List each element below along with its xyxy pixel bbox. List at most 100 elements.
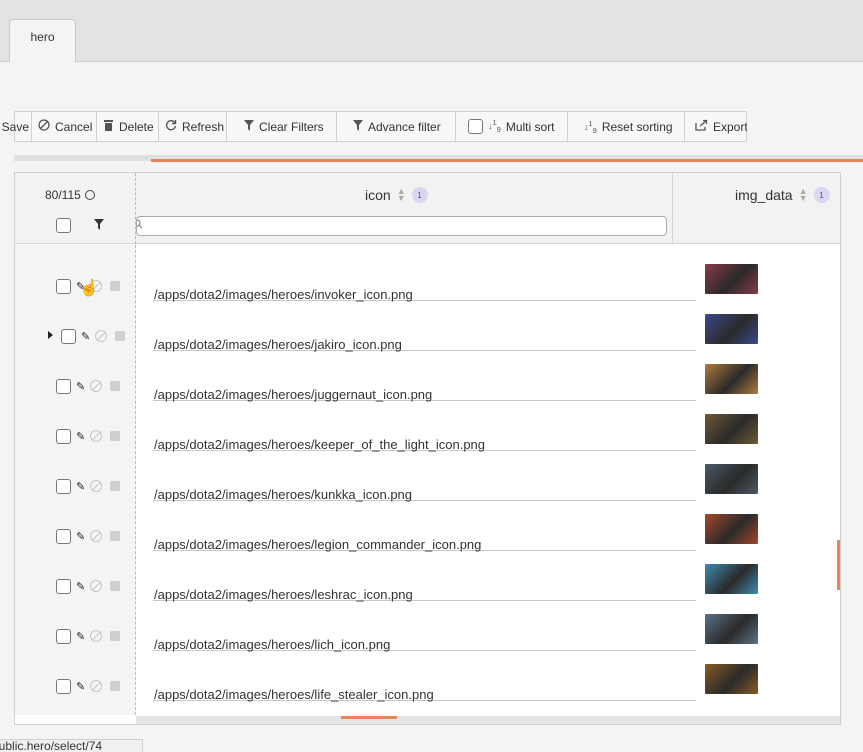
reset-sorting-label: Reset sorting [601, 119, 673, 134]
save-row-icon[interactable] [110, 381, 120, 391]
multi-sort-label: Multi sort [505, 119, 555, 134]
search-icon [137, 219, 143, 232]
export-label: Export [713, 119, 747, 134]
hero-thumbnail [705, 414, 758, 444]
status-url: public.hero/select/74 [0, 739, 143, 752]
cancel-row-icon[interactable] [90, 430, 102, 442]
filter-toggle-icon[interactable] [94, 219, 104, 233]
row-checkbox[interactable] [56, 379, 71, 394]
table-row[interactable]: ✎ /apps/dota2/images/heroes/life_stealer_… [15, 664, 840, 715]
advance-filter-label: Advance filter [368, 119, 441, 134]
multi-sort-toggle[interactable]: ↓19 Multi sort [456, 112, 568, 141]
cancel-row-icon[interactable] [95, 330, 107, 342]
hero-thumbnail [705, 464, 758, 494]
sort-numeric-icon: ↓19 [488, 118, 501, 134]
save-button[interactable]: Save [0, 112, 32, 141]
advance-filter-button[interactable]: Advance filter [337, 112, 456, 141]
edit-pencil-icon[interactable]: ✎ [76, 380, 85, 393]
edit-pencil-icon[interactable]: ✎ [76, 430, 85, 443]
icon-path-cell[interactable]: /apps/dota2/images/heroes/invoker_icon.p… [153, 274, 696, 302]
horizontal-scrollbar[interactable] [136, 716, 840, 724]
edit-pencil-icon[interactable]: ✎ [76, 680, 85, 693]
reset-sorting-button[interactable]: ↓19 Reset sorting [568, 112, 685, 141]
save-row-icon[interactable] [110, 431, 120, 441]
save-row-icon[interactable] [115, 331, 125, 341]
cancel-row-icon[interactable] [90, 380, 102, 392]
edit-pencil-icon[interactable]: ✎ [76, 480, 85, 493]
icon-path-cell[interactable]: /apps/dota2/images/heroes/jakiro_icon.pn… [153, 324, 696, 352]
horizontal-scroll-thumb[interactable] [341, 716, 397, 719]
multi-sort-checkbox[interactable] [468, 119, 483, 134]
hero-thumbnail [705, 264, 758, 294]
icon-path-cell[interactable]: /apps/dota2/images/heroes/lich_icon.png [153, 624, 696, 652]
row-checkbox[interactable] [56, 579, 71, 594]
cancel-button[interactable]: Cancel [32, 112, 97, 141]
cancel-label: Cancel [55, 119, 93, 134]
delete-label: Delete [119, 119, 154, 134]
header-control-cell: 80/115 [15, 173, 136, 244]
sort-arrows-icon[interactable]: ▲ ▼ [397, 187, 406, 203]
tab-bar: hero [0, 0, 863, 62]
save-row-icon[interactable] [110, 481, 120, 491]
hero-thumbnail [705, 364, 758, 394]
column-header-icon[interactable]: icon ▲ ▼ 1 [136, 173, 673, 244]
cancel-icon [38, 119, 50, 134]
save-row-icon[interactable] [110, 531, 120, 541]
icon-path-cell[interactable]: /apps/dota2/images/heroes/keeper_of_the_… [153, 424, 696, 452]
export-icon [695, 119, 708, 134]
row-checkbox[interactable] [61, 329, 76, 344]
funnel-icon [353, 119, 363, 134]
hero-thumbnail [705, 664, 758, 694]
row-checkbox[interactable] [56, 529, 71, 544]
tab-hero[interactable]: hero [9, 19, 76, 62]
edit-pencil-icon[interactable]: ✎ [76, 580, 85, 593]
icon-path-cell[interactable]: /apps/dota2/images/heroes/life_stealer_i… [153, 674, 696, 702]
cancel-row-icon[interactable] [90, 530, 102, 542]
column-title: img_data [735, 187, 793, 203]
vertical-scroll-thumb[interactable] [837, 540, 840, 590]
edit-pencil-icon[interactable]: ✎ [76, 630, 85, 643]
cancel-row-icon[interactable] [90, 480, 102, 492]
icon-path-cell[interactable]: /apps/dota2/images/heroes/juggernaut_ico… [153, 374, 696, 402]
select-all-checkbox[interactable] [56, 218, 71, 233]
edit-pencil-icon[interactable]: ✎ [81, 330, 90, 343]
sort-order-badge: 1 [411, 187, 428, 203]
toolbar: Save Cancel Delete Refresh Clear Filters… [2, 111, 747, 142]
save-row-icon[interactable] [110, 581, 120, 591]
column-header-img-data[interactable]: img_data ▲ ▼ 1 [673, 173, 840, 244]
row-checkbox[interactable] [56, 629, 71, 644]
refresh-icon [165, 119, 177, 134]
edit-pencil-icon[interactable]: ✎ [76, 530, 85, 543]
row-checkbox[interactable] [56, 679, 71, 694]
grid-header: 80/115 icon ▲ ▼ 1 img_data ▲ ▼ 1 [15, 173, 840, 244]
row-checkbox[interactable] [56, 429, 71, 444]
icon-path-cell[interactable]: /apps/dota2/images/heroes/legion_command… [153, 524, 696, 552]
sort-arrows-icon[interactable]: ▲ ▼ [799, 187, 808, 203]
row-checkbox[interactable] [56, 479, 71, 494]
clear-filters-button[interactable]: Clear Filters [227, 112, 337, 141]
funnel-icon [244, 119, 254, 134]
cancel-row-icon[interactable] [90, 580, 102, 592]
row-checkbox[interactable] [56, 279, 71, 294]
sort-numeric-icon: ↓19 [584, 118, 597, 135]
icon-filter-input[interactable] [136, 216, 667, 236]
data-grid: 80/115 icon ▲ ▼ 1 img_data ▲ ▼ 1 ✎ /apps… [14, 172, 841, 725]
toolbar-scroll-thumb[interactable] [151, 159, 863, 162]
save-row-icon[interactable] [110, 681, 120, 691]
expand-row-icon[interactable] [48, 331, 53, 339]
hero-thumbnail [705, 614, 758, 644]
cancel-row-icon[interactable] [90, 680, 102, 692]
status-url-text: public.hero/select/74 [0, 739, 103, 752]
tab-label: hero [30, 30, 55, 44]
cancel-row-icon[interactable] [90, 630, 102, 642]
export-button[interactable]: Export [685, 112, 747, 141]
refresh-button[interactable]: Refresh [159, 112, 227, 141]
save-row-icon[interactable] [110, 281, 120, 291]
loading-ring-icon [84, 190, 95, 200]
delete-button[interactable]: Delete [97, 112, 159, 141]
trash-icon [103, 119, 114, 134]
icon-path-cell[interactable]: /apps/dota2/images/heroes/leshrac_icon.p… [153, 574, 696, 602]
grid-body: ✎ /apps/dota2/images/heroes/invoker_icon.… [15, 245, 840, 715]
save-row-icon[interactable] [110, 631, 120, 641]
icon-path-cell[interactable]: /apps/dota2/images/heroes/kunkka_icon.pn… [153, 474, 696, 502]
